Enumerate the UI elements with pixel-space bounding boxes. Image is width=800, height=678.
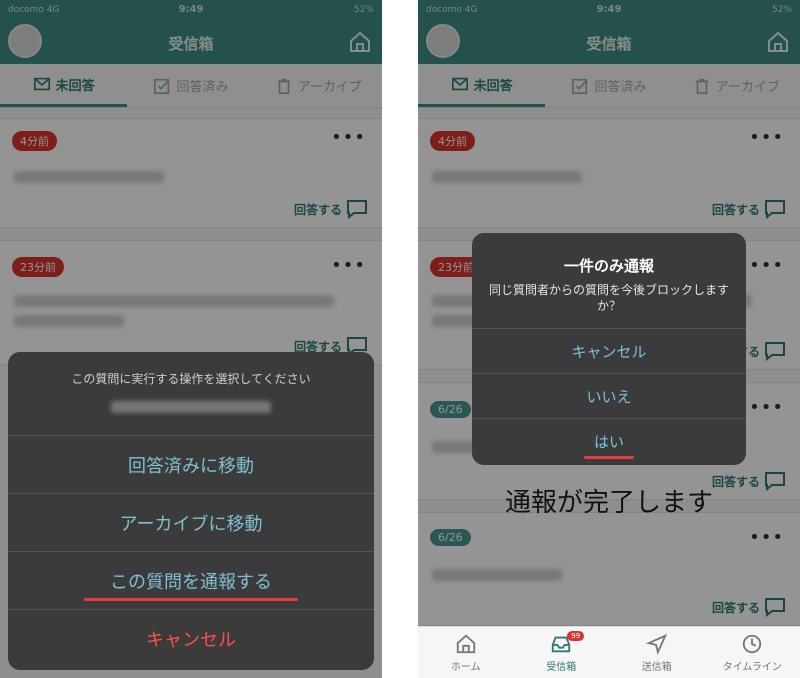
- report-question-button[interactable]: この質問を通報する: [8, 552, 374, 610]
- alert-yes-button[interactable]: はい: [472, 419, 746, 464]
- report-label: この質問を通報する: [110, 571, 272, 593]
- nav-label: ホーム: [450, 661, 481, 673]
- yes-label: はい: [593, 433, 624, 451]
- question-text-blurred: [111, 401, 271, 413]
- action-sheet-header: この質問に実行する操作を選択してください: [8, 352, 374, 436]
- send-icon: [645, 633, 667, 655]
- highlight-underline: [84, 598, 298, 601]
- phone-screen-left: docomo 4G 9:49 52% 受信箱 未回答 回答済み アーカイブ 4分…: [0, 0, 382, 678]
- cancel-button[interactable]: キャンセル: [8, 610, 374, 668]
- clock-icon: [743, 634, 762, 653]
- move-to-answered-button[interactable]: 回答済みに移動: [8, 436, 374, 494]
- alert-cancel-button[interactable]: キャンセル: [472, 329, 746, 374]
- completion-caption: 通報が完了します: [504, 488, 713, 518]
- move-to-archive-button[interactable]: アーカイブに移動: [8, 494, 374, 552]
- bottom-nav: ホーム 99 受信箱 送信箱 タイムライン: [418, 626, 800, 678]
- nav-label: 受信箱: [546, 661, 577, 673]
- unread-badge: 99: [567, 631, 585, 641]
- nav-sent[interactable]: 送信箱: [609, 627, 705, 678]
- nav-label: タイムライン: [722, 661, 782, 673]
- highlight-underline: [584, 456, 634, 459]
- alert-header: 一件のみ通報 同じ質問者からの質問を今後ブロックしますか？: [472, 233, 746, 329]
- phone-screen-right: docomo 4G 9:49 52% 受信箱 未回答 回答済み アーカイブ 4分…: [418, 0, 800, 678]
- alert-message: 同じ質問者からの質問を今後ブロックしますか？: [488, 283, 729, 313]
- nav-timeline[interactable]: タイムライン: [705, 627, 800, 678]
- report-alert-dialog: 一件のみ通報 同じ質問者からの質問を今後ブロックしますか？ キャンセル いいえ …: [472, 233, 746, 465]
- alert-title: 一件のみ通報: [563, 257, 654, 275]
- nav-label: 送信箱: [641, 661, 672, 673]
- home-icon: [456, 634, 475, 653]
- alert-no-button[interactable]: いいえ: [472, 374, 746, 419]
- action-sheet-message: この質問に実行する操作を選択してください: [71, 372, 311, 386]
- nav-inbox[interactable]: 99 受信箱: [514, 627, 610, 678]
- action-sheet: この質問に実行する操作を選択してください 回答済みに移動 アーカイブに移動 この…: [8, 352, 374, 670]
- nav-home[interactable]: ホーム: [418, 627, 514, 678]
